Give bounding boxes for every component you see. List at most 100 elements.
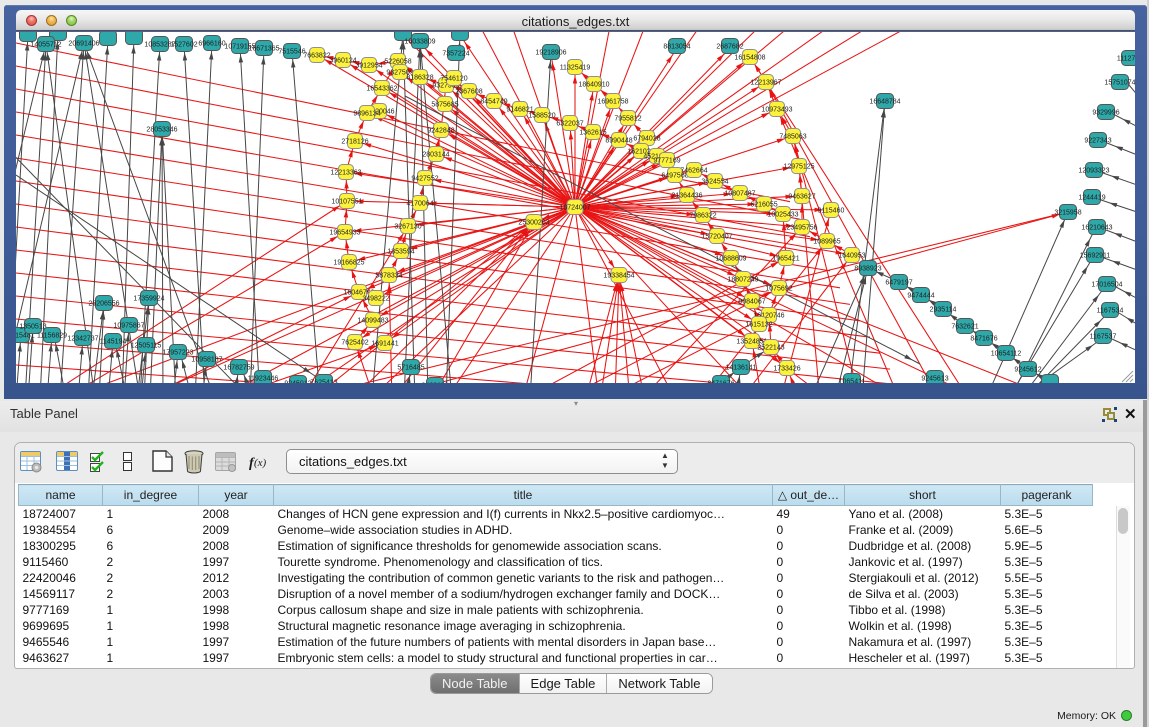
- svg-text:7955812: 7955812: [614, 116, 641, 123]
- svg-text:10807487: 10807487: [724, 191, 755, 198]
- svg-text:10975867: 10975867: [113, 323, 144, 330]
- svg-text:6479197: 6479197: [885, 280, 912, 287]
- svg-text:16648784: 16648784: [869, 99, 900, 106]
- svg-text:2367608: 2367608: [455, 89, 482, 96]
- svg-text:(x): (x): [254, 457, 267, 469]
- svg-text:8813054: 8813054: [663, 44, 690, 51]
- svg-text:1362615: 1362615: [579, 130, 606, 137]
- svg-text:12213363: 12213363: [330, 170, 361, 177]
- svg-text:3624554: 3624554: [701, 179, 728, 186]
- svg-text:9777169: 9777169: [653, 158, 680, 165]
- svg-text:1965421: 1965421: [772, 256, 799, 263]
- svg-text:7546120: 7546120: [440, 76, 467, 83]
- svg-text:21364436: 21364436: [671, 193, 702, 200]
- svg-text:12093323: 12093323: [1078, 168, 1109, 175]
- svg-text:9245613: 9245613: [921, 376, 948, 383]
- svg-text:19218906: 19218906: [535, 50, 566, 57]
- svg-text:9245012: 9245012: [284, 381, 311, 384]
- svg-text:11156829: 11156829: [37, 333, 67, 340]
- svg-text:10973493: 10973493: [761, 107, 792, 114]
- svg-text:1640953: 1640953: [838, 253, 865, 260]
- svg-text:1527602: 1527602: [170, 42, 197, 49]
- svg-text:6322037: 6322037: [556, 121, 583, 128]
- svg-text:15751074: 15751074: [1104, 80, 1135, 87]
- svg-text:5875685: 5875685: [431, 102, 458, 109]
- svg-text:8454749: 8454749: [480, 99, 507, 106]
- svg-text:9427552: 9427552: [411, 176, 438, 183]
- svg-text:3267130: 3267130: [394, 224, 421, 231]
- svg-text:3912954: 3912954: [355, 63, 382, 70]
- svg-text:1691441: 1691441: [371, 341, 398, 348]
- svg-text:16782759: 16782759: [223, 365, 254, 372]
- svg-text:6794028: 6794028: [633, 136, 660, 143]
- svg-text:9329996: 9329996: [1092, 110, 1119, 117]
- svg-text:1075692: 1075692: [765, 286, 792, 293]
- svg-text:25300203: 25300203: [518, 220, 549, 227]
- svg-text:15692911: 15692911: [1080, 253, 1111, 260]
- svg-text:2803144: 2803144: [422, 152, 449, 159]
- svg-text:7625402: 7625402: [341, 340, 368, 347]
- svg-text:16210643: 16210643: [1081, 225, 1112, 232]
- svg-text:14099483: 14099483: [357, 318, 388, 325]
- svg-text:7515546: 7515546: [278, 49, 305, 56]
- svg-text:9242848: 9242848: [427, 128, 454, 135]
- svg-text:1353594: 1353594: [387, 249, 414, 256]
- svg-text:9227343: 9227343: [1084, 138, 1111, 145]
- svg-text:7357224: 7357224: [442, 51, 469, 58]
- svg-text:1167537: 1167537: [1090, 334, 1117, 341]
- svg-text:8938923: 8938923: [854, 266, 881, 273]
- svg-text:8186328: 8186328: [406, 75, 433, 82]
- svg-text:20691406: 20691406: [68, 41, 99, 48]
- svg-text:7632621: 7632621: [951, 324, 978, 331]
- svg-text:17016504: 17016504: [1091, 282, 1122, 289]
- svg-text:6966160: 6966160: [198, 41, 225, 48]
- svg-text:9084067: 9084067: [738, 299, 765, 306]
- svg-text:9474444: 9474444: [907, 293, 934, 300]
- svg-text:18640910: 18640910: [578, 82, 609, 89]
- svg-text:4170064: 4170064: [406, 201, 433, 208]
- svg-text:12505115: 12505115: [131, 343, 162, 350]
- svg-text:8990448: 8990448: [605, 138, 632, 145]
- svg-text:1244419: 1244419: [1078, 195, 1105, 202]
- svg-text:7462664: 7462664: [680, 168, 707, 175]
- svg-text:1065411: 1065411: [839, 379, 866, 384]
- svg-text:1089965: 1089965: [813, 239, 840, 246]
- svg-text:12213967: 12213967: [750, 80, 781, 87]
- svg-text:17957223: 17957223: [162, 350, 193, 357]
- svg-text:8471676: 8471676: [970, 336, 997, 343]
- svg-text:2522143: 2522143: [757, 345, 784, 352]
- svg-text:23495756: 23495756: [786, 225, 817, 232]
- svg-text:12975125: 12975125: [783, 164, 814, 171]
- svg-text:19654933: 19654933: [329, 230, 360, 237]
- svg-text:1167534: 1167534: [1097, 308, 1124, 315]
- svg-text:18807249: 18807249: [727, 277, 758, 284]
- svg-text:9463112: 9463112: [422, 383, 449, 384]
- svg-text:7663822: 7663822: [303, 53, 330, 60]
- svg-text:16671365: 16671365: [248, 46, 279, 53]
- svg-text:16033809: 16033809: [404, 39, 435, 46]
- svg-text:1112795: 1112795: [1117, 56, 1135, 63]
- svg-text:9115460: 9115460: [818, 208, 845, 215]
- svg-text:1350513: 1350513: [19, 324, 46, 331]
- svg-text:5716485: 5716485: [397, 365, 424, 372]
- svg-text:11325419: 11325419: [560, 65, 591, 72]
- svg-text:1733426: 1733426: [773, 366, 800, 373]
- svg-text:10958187: 10958187: [191, 357, 222, 364]
- svg-text:28053346: 28053346: [146, 127, 177, 134]
- svg-text:7485063: 7485063: [779, 134, 806, 141]
- svg-text:2718126: 2718126: [341, 139, 368, 146]
- svg-text:26206556: 26206556: [88, 301, 119, 308]
- svg-text:9896134: 9896134: [353, 111, 380, 118]
- svg-text:1145194: 1145194: [100, 339, 127, 346]
- svg-text:7625413: 7625413: [310, 380, 337, 384]
- svg-text:1588520: 1588520: [528, 113, 555, 120]
- svg-text:2687682: 2687682: [716, 44, 743, 51]
- svg-text:15720407: 15720407: [701, 234, 732, 241]
- svg-text:11923446: 11923446: [248, 376, 279, 383]
- svg-text:6216055: 6216055: [750, 202, 777, 209]
- svg-text:3498222: 3498222: [362, 296, 389, 303]
- svg-text:5878334: 5878334: [375, 273, 402, 280]
- svg-text:1615132: 1615132: [745, 322, 772, 329]
- svg-text:10107551: 10107551: [331, 199, 362, 206]
- svg-text:8471676: 8471676: [707, 381, 734, 384]
